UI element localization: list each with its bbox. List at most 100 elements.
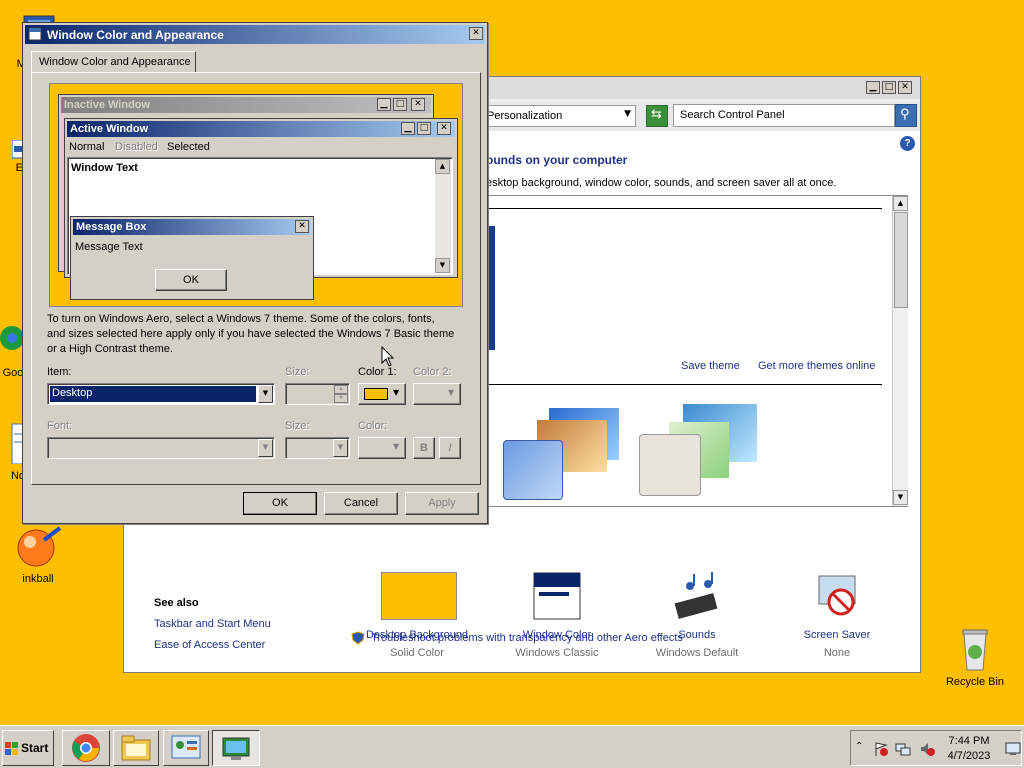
scroll-down-arrow-icon[interactable]: ▼ [893, 490, 908, 505]
apply-button: Apply [405, 492, 479, 515]
chevron-down-icon: ▼ [333, 439, 348, 457]
windows-logo-icon [5, 742, 18, 755]
volume-muted-icon[interactable] [919, 741, 935, 757]
dialog-close-button[interactable]: ✕ [469, 27, 483, 40]
ease-of-access-link[interactable]: Ease of Access Center [154, 639, 265, 651]
clock[interactable]: 7:44 PM 4/7/2023 [937, 734, 1001, 764]
network-icon[interactable] [895, 741, 911, 757]
theme-list-scrollbar[interactable]: ▲ ▼ [892, 196, 908, 506]
troubleshoot-link-row[interactable]: Troubleshoot problems with transparency … [351, 631, 683, 645]
show-desktop-icon[interactable] [1005, 741, 1021, 757]
dialog-title: Window Color and Appearance [47, 28, 224, 42]
message-box-title: Message Box [73, 219, 311, 235]
search-placeholder: Search Control Panel [680, 109, 785, 121]
preview-menu-normal: Normal [69, 141, 105, 153]
preview-menu-disabled: Disabled [115, 141, 158, 153]
folder-icon [121, 735, 151, 761]
size-label: Size: [285, 366, 310, 378]
size-spinner: ▲ ▼ [285, 383, 350, 405]
refresh-icon: ⇆ [651, 107, 662, 122]
close-button[interactable]: ✕ [898, 81, 912, 94]
screen-saver-item[interactable]: Screen Saver None [772, 575, 902, 659]
sounds-icon [674, 572, 718, 619]
divider [487, 208, 882, 209]
desktop-icon-label: Recycle Bin [945, 676, 1005, 688]
item-value: Windows Classic [515, 647, 599, 659]
tab-window-color-appearance[interactable]: Window Color and Appearance [31, 51, 196, 73]
desktop-icon-inkball[interactable]: inkball [14, 526, 64, 590]
message-box-ok-button: OK [155, 269, 227, 291]
color-swatch-icon [381, 572, 457, 620]
chrome-icon [72, 734, 100, 762]
maximize-icon: □ [417, 122, 431, 135]
taskbar: Start ⌃ 7:44 PM 4/7/2023 [0, 725, 1024, 768]
inactive-window-title: Inactive Window [61, 97, 431, 113]
scroll-down-arrow-icon: ▼ [435, 258, 450, 273]
system-tray: ⌃ 7:44 PM 4/7/2023 [850, 730, 1022, 766]
minimize-button[interactable]: ▁ [866, 81, 880, 94]
scroll-up-arrow-icon[interactable]: ▲ [893, 196, 908, 211]
bold-button: B [413, 437, 435, 459]
appearance-preview[interactable]: Inactive Window ▁ □ ✕ Active Window ▁ □ … [49, 83, 463, 307]
theme-high-contrast[interactable] [639, 404, 759, 500]
page-subheading: esktop background, window color, sounds,… [486, 177, 837, 189]
chrome-icon [0, 326, 24, 350]
chevron-down-icon: ▼ [448, 388, 455, 397]
close-icon: ✕ [295, 220, 309, 233]
screen-saver-icon [818, 575, 856, 616]
search-input[interactable]: Search Control Panel [673, 104, 895, 127]
help-icon[interactable]: ? [900, 136, 915, 151]
taskbar-personalization-button[interactable] [212, 730, 260, 766]
font-color-picker-button: ▼ [358, 437, 406, 459]
troubleshoot-link[interactable]: Troubleshoot problems with transparency … [371, 632, 683, 644]
item-label: Item: [47, 366, 72, 378]
see-also-title: See also [154, 597, 199, 609]
breadcrumb-label: Personalization [487, 110, 563, 122]
cancel-button[interactable]: Cancel [324, 492, 398, 515]
taskbar-explorer-button[interactable] [113, 730, 159, 766]
divider [487, 384, 882, 385]
clock-time: 7:44 PM [948, 735, 990, 747]
item-value: Solid Color [390, 647, 444, 659]
preview-window-text: Window Text [71, 162, 138, 174]
chevron-down-icon: ▼ [393, 388, 400, 397]
spin-down-icon: ▼ [334, 394, 348, 403]
window-color-dialog: Window Color and Appearance ✕ Window Col… [22, 22, 488, 524]
chevron-down-icon[interactable]: ▼ [258, 385, 273, 403]
action-center-flag-icon[interactable] [873, 741, 889, 757]
taskbar-control-panel-button[interactable] [163, 730, 209, 766]
item-selected-value: Desktop [50, 386, 256, 402]
show-hidden-icons-icon[interactable]: ⌃ [855, 741, 863, 752]
personalization-icon [222, 737, 250, 760]
window-color-icon [533, 572, 581, 620]
clock-date: 4/7/2023 [947, 750, 991, 762]
color1-swatch [364, 388, 388, 400]
theme-basic[interactable] [501, 404, 621, 500]
maximize-icon: □ [393, 98, 407, 111]
item-value: Windows Default [655, 647, 739, 659]
maximize-button[interactable]: □ [882, 81, 896, 94]
get-more-themes-link[interactable]: Get more themes online [758, 360, 875, 372]
search-button[interactable]: ⚲ [895, 104, 917, 127]
start-button[interactable]: Start [2, 730, 54, 766]
chevron-down-icon[interactable]: ▼ [624, 109, 631, 119]
font-select: ▼ [47, 437, 275, 459]
minimize-icon: ▁ [377, 98, 391, 111]
save-theme-link[interactable]: Save theme [681, 360, 740, 372]
page-heading: ounds on your computer [486, 153, 628, 167]
taskbar-chrome-button[interactable] [62, 730, 110, 766]
ok-button[interactable]: OK [243, 492, 317, 515]
preview-scrollbar: ▲ ▼ [435, 159, 451, 273]
scroll-thumb[interactable] [894, 212, 908, 308]
refresh-button[interactable]: ⇆ [646, 105, 668, 127]
desktop-icon-label: inkball [22, 573, 54, 585]
desktop-icon-recycle-bin[interactable]: Recycle Bin [944, 624, 1006, 692]
search-icon: ⚲ [900, 107, 910, 122]
font-label: Font: [47, 420, 73, 432]
active-window-title: Active Window [67, 121, 455, 137]
item-label: Screen Saver [803, 629, 871, 641]
item-select[interactable]: Desktop ▼ [47, 383, 275, 405]
taskbar-start-menu-link[interactable]: Taskbar and Start Menu [154, 618, 271, 630]
dialog-titlebar[interactable]: Window Color and Appearance ✕ [25, 25, 485, 44]
color1-picker-button[interactable]: ▼ [358, 383, 406, 405]
